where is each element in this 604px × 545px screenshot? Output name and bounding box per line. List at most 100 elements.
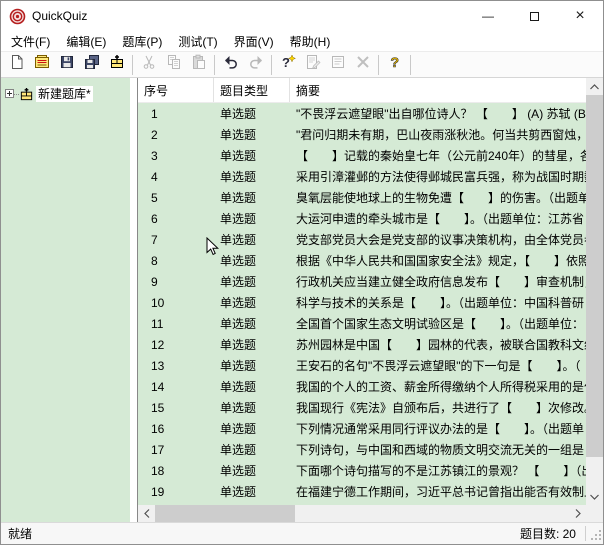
save-all-button[interactable] bbox=[79, 53, 104, 77]
table-row[interactable]: 8 单选题 根据《中华人民共和国国家安全法》规定，【 】依照 bbox=[138, 250, 586, 271]
table-row[interactable]: 19 单选题 在福建宁德工作期间，习近平总书记曾指出能否有效制止 bbox=[138, 481, 586, 502]
row-summary-cell: 大运河申遗的牵头城市是【 】。（出题单位：江苏省 bbox=[290, 208, 586, 229]
table-row[interactable]: 4 单选题 采用引漳灌邺的方法使得邺城民富兵强，称为战国时期魏 bbox=[138, 166, 586, 187]
table-row[interactable]: 18 单选题 下面哪个诗句描写的不是江苏镇江的景观？ 【 】（出 bbox=[138, 460, 586, 481]
table-row[interactable]: 7 单选题 党支部党员大会是党支部的议事决策机构，由全体党员参 bbox=[138, 229, 586, 250]
undo-icon bbox=[223, 54, 239, 75]
toolbar-separator bbox=[271, 55, 272, 75]
table-row[interactable]: 3 单选题 【 】记载的秦始皇七年（公元前240年）的彗星，各 bbox=[138, 145, 586, 166]
table-header: 序号 题目类型 摘要 bbox=[138, 78, 586, 103]
row-number-cell: 4 bbox=[138, 166, 214, 187]
row-summary-cell: 行政机关应当建立健全政府信息发布【 】审查机制， bbox=[290, 271, 586, 292]
app-window: QuickQuiz — × 文件(F) 编辑(E) 题库(P) 测试(T) 界面… bbox=[0, 0, 604, 545]
row-summary-cell: 下列情况通常采用同行评议办法的是【 】。（出题单 bbox=[290, 418, 586, 439]
scroll-left-icon[interactable] bbox=[138, 505, 155, 522]
table-row[interactable]: 16 单选题 下列情况通常采用同行评议办法的是【 】。（出题单 bbox=[138, 418, 586, 439]
menu-help[interactable]: 帮助(H) bbox=[282, 31, 339, 51]
row-number-cell: 7 bbox=[138, 229, 214, 250]
maximize-icon bbox=[530, 12, 539, 21]
resize-grip[interactable] bbox=[586, 525, 603, 542]
scroll-up-icon[interactable] bbox=[586, 78, 603, 95]
table-row[interactable]: 15 单选题 我国现行《宪法》自颁布后，共进行了【 】次修改。 bbox=[138, 397, 586, 418]
menu-bank[interactable]: 题库(P) bbox=[114, 31, 170, 51]
table-row[interactable]: 5 单选题 臭氧层能使地球上的生物免遭【 】的伤害。（出题单 bbox=[138, 187, 586, 208]
minimize-icon: — bbox=[482, 9, 494, 23]
row-type-cell: 单选题 bbox=[214, 229, 290, 250]
row-type-cell: 单选题 bbox=[214, 355, 290, 376]
menu-file[interactable]: 文件(F) bbox=[3, 31, 58, 51]
menu-test[interactable]: 测试(T) bbox=[170, 31, 225, 51]
row-number-cell: 18 bbox=[138, 460, 214, 481]
panel-splitter[interactable] bbox=[130, 78, 137, 522]
row-number-cell: 8 bbox=[138, 250, 214, 271]
row-type-cell: 单选题 bbox=[214, 250, 290, 271]
row-summary-cell: 我国现行《宪法》自颁布后，共进行了【 】次修改。 bbox=[290, 397, 586, 418]
row-number-cell: 17 bbox=[138, 439, 214, 460]
table-row[interactable]: 6 单选题 大运河申遗的牵头城市是【 】。（出题单位：江苏省 bbox=[138, 208, 586, 229]
row-number-cell: 6 bbox=[138, 208, 214, 229]
row-type-cell: 单选题 bbox=[214, 418, 290, 439]
row-number-cell: 5 bbox=[138, 187, 214, 208]
titlebar: QuickQuiz — × bbox=[1, 1, 603, 31]
row-summary-cell: 全国首个国家生态文明试验区是【 】。（出题单位： bbox=[290, 313, 586, 334]
open-button[interactable] bbox=[29, 53, 54, 77]
scroll-down-icon[interactable] bbox=[586, 488, 603, 505]
row-type-cell: 单选题 bbox=[214, 334, 290, 355]
question-list: 1 单选题 "不畏浮云遮望眼"出自哪位诗人？ 【 】 (A) 苏轼 (B 2 单… bbox=[138, 103, 586, 522]
svg-text:?: ? bbox=[390, 54, 399, 70]
question-table: 序号 题目类型 摘要 1 单选题 "不畏浮云遮望眼"出自哪位诗人？ 【 】 (A… bbox=[137, 78, 603, 522]
new-question-button[interactable]: ? bbox=[275, 53, 300, 77]
minimize-button[interactable]: — bbox=[465, 1, 511, 31]
tree-expand-button[interactable] bbox=[5, 85, 14, 103]
maximize-button[interactable] bbox=[511, 1, 557, 31]
main-area: 新建题库* 序号 题目类型 摘要 1 单选题 "不畏浮云遮望眼"出自哪位诗人？ … bbox=[1, 78, 603, 522]
help-icon: ? bbox=[387, 54, 403, 75]
tree-root-label[interactable]: 新建题库* bbox=[36, 86, 93, 102]
row-summary-cell: 下列诗句，与中国和西域的物质文明交流无关的一组是 bbox=[290, 439, 586, 460]
horizontal-scroll-thumb[interactable] bbox=[155, 505, 295, 522]
row-type-cell: 单选题 bbox=[214, 271, 290, 292]
table-row[interactable]: 2 单选题 "君问归期未有期，巴山夜雨涨秋池。何当共剪西窗烛， bbox=[138, 124, 586, 145]
table-row[interactable]: 17 单选题 下列诗句，与中国和西域的物质文明交流无关的一组是 bbox=[138, 439, 586, 460]
tree-root-item: 新建题库* bbox=[5, 85, 130, 103]
row-type-cell: 单选题 bbox=[214, 376, 290, 397]
row-type-cell: 单选题 bbox=[214, 103, 290, 124]
save-icon bbox=[59, 54, 75, 75]
new-button[interactable] bbox=[4, 53, 29, 77]
table-row[interactable]: 13 单选题 王安石的名句"不畏浮云遮望眼"的下一句是【 】。（ bbox=[138, 355, 586, 376]
row-number-cell: 15 bbox=[138, 397, 214, 418]
close-button[interactable]: × bbox=[557, 1, 603, 31]
new-bank-button[interactable] bbox=[104, 53, 129, 77]
save-button[interactable] bbox=[54, 53, 79, 77]
row-type-cell: 单选题 bbox=[214, 439, 290, 460]
column-header-number[interactable]: 序号 bbox=[138, 78, 214, 102]
help-button[interactable]: ? bbox=[382, 53, 407, 77]
column-header-summary[interactable]: 摘要 bbox=[290, 78, 586, 102]
row-type-cell: 单选题 bbox=[214, 145, 290, 166]
caption-buttons: — × bbox=[465, 1, 603, 31]
menu-view[interactable]: 界面(V) bbox=[226, 31, 282, 51]
vertical-scroll-thumb[interactable] bbox=[586, 95, 603, 457]
row-summary-cell: 王安石的名句"不畏浮云遮望眼"的下一句是【 】。（ bbox=[290, 355, 586, 376]
table-row[interactable]: 12 单选题 苏州园林是中国【 】园林的代表，被联合国教科文组 bbox=[138, 334, 586, 355]
column-header-type[interactable]: 题目类型 bbox=[214, 78, 290, 102]
table-row[interactable]: 14 单选题 我国的个人的工资、薪金所得缴纳个人所得税采用的是什 bbox=[138, 376, 586, 397]
row-summary-cell: 苏州园林是中国【 】园林的代表，被联合国教科文组 bbox=[290, 334, 586, 355]
undo-button[interactable] bbox=[218, 53, 243, 77]
table-row[interactable]: 9 单选题 行政机关应当建立健全政府信息发布【 】审查机制， bbox=[138, 271, 586, 292]
redo-button bbox=[243, 53, 268, 77]
vertical-scrollbar[interactable] bbox=[586, 78, 603, 505]
table-row[interactable]: 11 单选题 全国首个国家生态文明试验区是【 】。（出题单位： bbox=[138, 313, 586, 334]
copy-icon bbox=[166, 54, 182, 75]
delete-icon bbox=[355, 54, 371, 75]
table-row[interactable]: 10 单选题 科学与技术的关系是【 】。（出题单位：中国科普研 bbox=[138, 292, 586, 313]
row-number-cell: 3 bbox=[138, 145, 214, 166]
toolbar-separator bbox=[132, 55, 133, 75]
table-row[interactable]: 1 单选题 "不畏浮云遮望眼"出自哪位诗人？ 【 】 (A) 苏轼 (B bbox=[138, 103, 586, 124]
row-type-cell: 单选题 bbox=[214, 292, 290, 313]
menu-edit[interactable]: 编辑(E) bbox=[58, 31, 114, 51]
new-question-icon: ? bbox=[280, 54, 296, 75]
scroll-right-icon[interactable] bbox=[569, 505, 586, 522]
horizontal-scrollbar[interactable] bbox=[138, 505, 586, 522]
row-summary-cell: 科学与技术的关系是【 】。（出题单位：中国科普研 bbox=[290, 292, 586, 313]
